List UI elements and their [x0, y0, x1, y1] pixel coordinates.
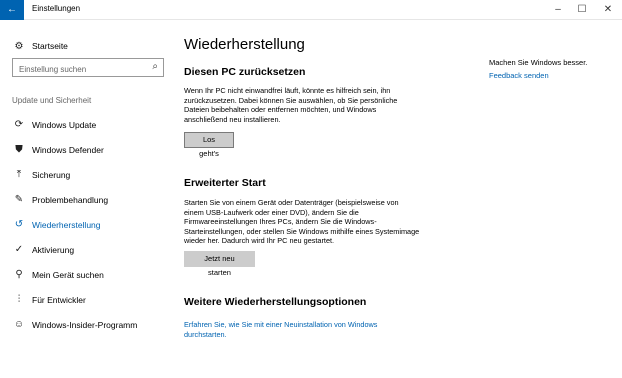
sidebar-nav: ⟳ Windows Update ⛊ Windows Defender ⤒ Si… [0, 112, 170, 337]
sidebar-item-label: Mein Gerät suchen [32, 269, 104, 280]
send-feedback-link[interactable]: Feedback senden [489, 71, 619, 80]
maximize-icon: ☐ [577, 4, 587, 15]
sidebar-item-label: Aktivierung [32, 244, 75, 255]
back-button[interactable]: ← [0, 0, 24, 20]
sidebar-item-for-developers[interactable]: ⫶ Für Entwickler [0, 287, 170, 312]
sidebar-home-label: Startseite [32, 41, 68, 51]
advanced-start-description: Starten Sie von einem Gerät oder Datentr… [184, 198, 420, 246]
wrench-icon: ✎ [14, 194, 24, 205]
checkmark-circle-icon: ✓ [14, 244, 24, 255]
title-bar: ← Einstellungen – ☐ ✕ [0, 0, 622, 20]
back-arrow-icon: ← [7, 4, 17, 15]
feedback-prompt: Machen Sie Windows besser. [489, 58, 588, 67]
advanced-start-heading: Erweiterter Start [184, 177, 266, 189]
fresh-start-link[interactable]: Erfahren Sie, wie Sie mit einer Neuinsta… [184, 320, 414, 339]
more-options-heading: Weitere Wiederherstellungsoptionen [184, 296, 367, 308]
search-box: ⌕ [12, 58, 164, 78]
search-input[interactable] [13, 61, 145, 78]
sidebar-item-find-my-device[interactable]: ⚲ Mein Gerät suchen [0, 262, 170, 287]
sidebar-item-windows-defender[interactable]: ⛊ Windows Defender [0, 137, 170, 162]
reset-heading: Diesen PC zurücksetzen [184, 66, 306, 78]
sidebar-item-label: Windows Defender [32, 144, 104, 155]
reset-description: Wenn Ihr PC nicht einwandfrei läuft, kön… [184, 86, 398, 124]
close-icon: ✕ [603, 4, 613, 15]
sidebar: ⚙ Startseite ⌕ Update und Sicherheit ⟳ W… [0, 20, 170, 378]
person-location-icon: ⚲ [15, 269, 23, 280]
search-icon[interactable]: ⌕ [152, 61, 158, 72]
sidebar-item-insider-program[interactable]: ☺ Windows-Insider-Programm [0, 312, 170, 337]
sidebar-item-activation[interactable]: ✓ Aktivierung [0, 237, 170, 262]
developer-tools-icon: ⫶ [17, 294, 21, 305]
recovery-icon: ↺ [14, 219, 24, 230]
sidebar-item-label: Windows Update [32, 119, 97, 130]
feedback-panel: Machen Sie Windows besser. Feedback send… [489, 58, 619, 80]
sidebar-item-label: Sicherung [32, 169, 71, 180]
sync-icon: ⟳ [14, 119, 24, 130]
sidebar-item-windows-update[interactable]: ⟳ Windows Update [0, 112, 170, 137]
gear-icon: ⚙ [14, 40, 24, 52]
minimize-icon: – [555, 4, 561, 15]
page-title: Wiederherstellung [184, 36, 305, 53]
sidebar-home-link[interactable]: ⚙ Startseite [12, 38, 68, 54]
sidebar-item-recovery[interactable]: ↺ Wiederherstellung [0, 212, 170, 237]
section-label: Update und Sicherheit [12, 96, 92, 105]
minimize-button[interactable]: – [546, 0, 570, 20]
sidebar-item-troubleshoot[interactable]: ✎ Problembehandlung [0, 187, 170, 212]
window-title: Einstellungen [32, 4, 81, 13]
maximize-button[interactable]: ☐ [570, 0, 594, 20]
close-button[interactable]: ✕ [596, 0, 620, 20]
sidebar-item-label: Problembehandlung [32, 194, 109, 205]
sidebar-item-label: Windows-Insider-Programm [32, 319, 138, 330]
sidebar-item-label: Wiederherstellung [32, 219, 101, 230]
sidebar-item-label: Für Entwickler [32, 294, 86, 305]
restart-now-button[interactable]: Jetzt neu starten [184, 251, 255, 277]
shield-icon: ⛊ [15, 144, 23, 155]
insider-smiley-icon: ☺ [13, 319, 25, 330]
upload-arrow-icon: ⤒ [16, 169, 22, 180]
get-started-button[interactable]: Los geht's [184, 132, 234, 158]
sidebar-item-backup[interactable]: ⤒ Sicherung [0, 162, 170, 187]
